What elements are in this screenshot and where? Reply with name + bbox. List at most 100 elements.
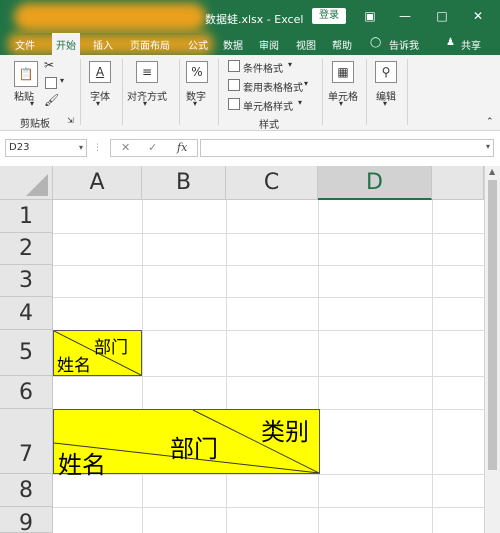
row-header-6[interactable]: 6 (0, 376, 53, 409)
cell-a7-header-dept: 部门 (170, 435, 218, 463)
column-header-b[interactable]: B (142, 166, 226, 200)
vertical-scrollbar[interactable]: ▲ (484, 166, 500, 533)
collapse-ribbon-icon[interactable]: ⌃ (486, 117, 494, 127)
divider (122, 59, 123, 125)
worksheet-grid[interactable]: A B C D 1 2 3 4 5 6 7 8 9 部门 姓名 类别 部门 姓名… (0, 166, 500, 533)
clipboard-group: 📋 粘贴 ▾ ✂ ▾ 🖌 剪贴板 ⇲ (0, 55, 80, 131)
copy-icon[interactable] (45, 77, 57, 89)
font-icon[interactable]: A (89, 61, 111, 83)
insert-function-icon[interactable]: fx (177, 141, 187, 154)
alignment-dropdown-icon[interactable]: ▾ (143, 99, 147, 108)
minimize-icon[interactable]: — (395, 6, 415, 26)
format-painter-icon[interactable]: 🖌 (44, 93, 59, 107)
name-box-value: D23 (9, 142, 30, 153)
name-box-dropdown-icon[interactable]: ▾ (79, 140, 83, 156)
tell-me-box[interactable]: 告诉我 (389, 37, 419, 52)
paste-dropdown-icon[interactable]: ▾ (30, 99, 34, 108)
row-header-9[interactable]: 9 (0, 507, 53, 533)
formula-bar: D23 ▾ ⋮ ✕ ✓ fx ▾ (0, 131, 500, 166)
conditional-format-dropdown-icon[interactable]: ▾ (288, 60, 292, 69)
cells-icon[interactable]: ▦ (332, 61, 354, 83)
number-dropdown-icon[interactable]: ▾ (193, 99, 197, 108)
tab-formulas[interactable]: 公式 (188, 37, 208, 52)
percent-icon[interactable]: % (186, 61, 208, 83)
styles-group-label: 样式 (259, 120, 279, 131)
divider (407, 59, 408, 125)
font-dropdown-icon[interactable]: ▾ (96, 99, 100, 108)
column-header-d[interactable]: D (318, 166, 432, 200)
title-bar: 数据蛙.xlsx - Excel 登录 ▣ — □ ✕ (0, 0, 500, 33)
restore-icon[interactable]: □ (432, 6, 452, 26)
scroll-up-icon[interactable]: ▲ (489, 167, 495, 176)
cancel-icon[interactable]: ✕ (121, 141, 130, 154)
row-header-7[interactable]: 7 (0, 409, 53, 474)
clipboard-group-label: 剪贴板 (20, 119, 50, 130)
clipboard-launcher-icon[interactable]: ⇲ (67, 116, 74, 125)
expand-formula-bar-icon[interactable]: ▾ (486, 142, 490, 151)
gridline (142, 200, 143, 533)
divider (179, 59, 180, 125)
tab-data[interactable]: 数据 (223, 37, 243, 52)
ribbon: 📋 粘贴 ▾ ✂ ▾ 🖌 剪贴板 ⇲ A 字体 ▾ ≡ 对齐方式 ▾ % 数字 … (0, 55, 500, 131)
row-header-5[interactable]: 5 (0, 330, 53, 376)
column-header-e[interactable] (432, 166, 484, 200)
gridline (53, 233, 484, 234)
cell-style-dropdown-icon[interactable]: ▾ (298, 98, 302, 107)
name-box[interactable]: D23 ▾ (5, 139, 87, 157)
cut-icon[interactable]: ✂ (44, 58, 54, 72)
tab-insert[interactable]: 插入 (93, 37, 113, 52)
ribbon-display-icon[interactable]: ▣ (360, 6, 380, 26)
paste-icon[interactable]: 📋 (14, 61, 38, 87)
divider (366, 59, 367, 125)
row-header-8[interactable]: 8 (0, 474, 53, 507)
cell-a7-merged[interactable]: 类别 部门 姓名 (53, 409, 320, 479)
cells-dropdown-icon[interactable]: ▾ (339, 99, 343, 108)
gridline (53, 474, 484, 475)
search-icon[interactable]: ⚲ (375, 61, 397, 83)
tab-file[interactable]: 文件 (15, 37, 35, 52)
editing-dropdown-icon[interactable]: ▾ (383, 99, 387, 108)
formula-bar-grip-icon: ⋮ (93, 143, 102, 153)
share-button[interactable]: 共享 (461, 37, 481, 52)
window-title: 数据蛙.xlsx - Excel (205, 13, 304, 26)
row-header-3[interactable]: 3 (0, 265, 53, 297)
lightbulb-icon: ◯ (370, 37, 382, 48)
row-header-1[interactable]: 1 (0, 200, 53, 233)
cell-a5-header-dept: 部门 (94, 338, 128, 358)
table-format-icon (228, 79, 240, 91)
divider (218, 59, 219, 125)
conditional-format-button[interactable]: 条件格式 (243, 60, 283, 75)
select-all-corner[interactable] (0, 166, 53, 200)
column-header-c[interactable]: C (226, 166, 318, 200)
cell-a7-header-category: 类别 (261, 418, 309, 446)
person-icon: ♟ (446, 37, 455, 48)
copy-dropdown-icon[interactable]: ▾ (60, 76, 64, 85)
tab-review[interactable]: 审阅 (259, 37, 279, 52)
table-format-button[interactable]: 套用表格格式 (243, 79, 303, 94)
tab-help[interactable]: 帮助 (332, 37, 352, 52)
tab-view[interactable]: 视图 (296, 37, 316, 52)
enter-check-icon[interactable]: ✓ (148, 141, 157, 154)
table-format-dropdown-icon[interactable]: ▾ (304, 79, 308, 88)
formula-input[interactable]: ▾ (200, 139, 494, 157)
formula-buttons: ✕ ✓ fx (110, 139, 198, 157)
gridline (318, 200, 319, 533)
column-header-a[interactable]: A (53, 166, 142, 200)
tab-home[interactable]: 开始 (52, 33, 80, 55)
cell-style-icon (228, 98, 240, 110)
row-header-4[interactable]: 4 (0, 297, 53, 330)
tab-page-layout[interactable]: 页面布局 (130, 37, 170, 52)
redacted-quick-access-area (14, 3, 206, 31)
cell-a5[interactable]: 部门 姓名 (53, 330, 142, 376)
ribbon-tabs: 文件 开始 插入 页面布局 公式 数据 审阅 视图 帮助 ◯ 告诉我 ♟ 共享 (0, 33, 500, 55)
scrollbar-thumb[interactable] (488, 180, 497, 470)
login-button[interactable]: 登录 (312, 8, 346, 24)
gridline (53, 507, 484, 508)
row-header-2[interactable]: 2 (0, 233, 53, 265)
cell-style-button[interactable]: 单元格样式 (243, 98, 293, 113)
gridline (53, 297, 484, 298)
close-icon[interactable]: ✕ (468, 6, 488, 26)
cell-a5-header-name: 姓名 (57, 356, 91, 376)
alignment-icon[interactable]: ≡ (136, 61, 158, 83)
divider (80, 59, 81, 125)
